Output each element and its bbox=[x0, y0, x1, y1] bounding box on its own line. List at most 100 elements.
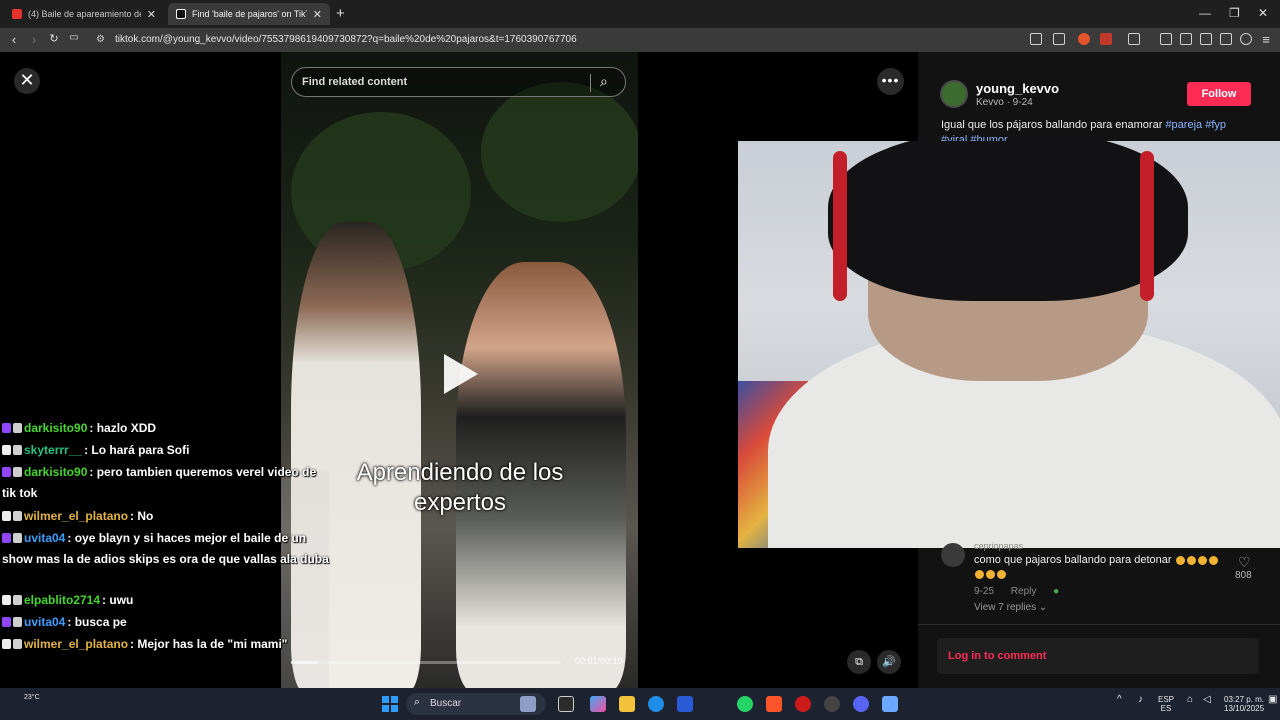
laughing-emoji-icon bbox=[1208, 555, 1218, 565]
microphone-icon[interactable]: ♪ bbox=[1138, 695, 1143, 705]
speaker-icon[interactable]: ◁ bbox=[1203, 695, 1211, 705]
hair-image bbox=[828, 141, 1188, 301]
hashtag-link[interactable]: #fyp bbox=[1205, 119, 1226, 131]
laughing-emoji-icon bbox=[975, 569, 984, 579]
vpn-icon[interactable] bbox=[1240, 33, 1252, 45]
task-view-icon[interactable] bbox=[558, 696, 574, 712]
notification-icon[interactable]: ▣ bbox=[1268, 695, 1277, 705]
author-username[interactable]: young_kevvo bbox=[976, 81, 1059, 96]
address-bar: ‹ › ↻ ▭ ⚙ tiktok.com/@young_kevvo/video/… bbox=[0, 28, 1280, 52]
chevron-up-icon[interactable]: ^ bbox=[1117, 695, 1122, 705]
tab-title: (4) Baile de apareamiento de Ave del bbox=[28, 9, 141, 19]
tab-close-icon[interactable]: ✕ bbox=[313, 8, 322, 21]
edge-icon[interactable] bbox=[648, 696, 664, 712]
chat-badge-icon bbox=[2, 639, 11, 649]
back-icon[interactable]: ‹ bbox=[6, 32, 22, 47]
reply-button[interactable]: Reply bbox=[1011, 586, 1037, 597]
site-info-icon[interactable]: ⚙ bbox=[96, 34, 105, 45]
network-icon[interactable]: ⌂ bbox=[1187, 695, 1193, 705]
tab-title: Find 'baile de pajaros' on TikTok bbox=[192, 9, 307, 19]
video-progress-bar[interactable] bbox=[291, 661, 561, 664]
clock[interactable]: 03:27 p. m. 13/10/2025 bbox=[1224, 695, 1264, 713]
chat-badge-icon bbox=[13, 595, 22, 605]
comment-meta: 9-25 Reply ● bbox=[974, 586, 1073, 597]
laughing-emoji-icon bbox=[1197, 555, 1207, 565]
chat-username[interactable]: uvita04 bbox=[24, 531, 65, 545]
search-placeholder: Find related content bbox=[302, 76, 408, 88]
translate-icon[interactable] bbox=[1053, 33, 1065, 45]
chat-message: uvita04: oye blayn y si haces mejor el b… bbox=[2, 528, 330, 570]
search-icon[interactable]: ⌕ bbox=[600, 73, 608, 90]
store-icon[interactable] bbox=[677, 696, 693, 712]
start-icon[interactable] bbox=[382, 696, 398, 712]
reload-icon[interactable]: ↻ bbox=[46, 32, 62, 45]
screenshot-icon[interactable] bbox=[1128, 33, 1140, 45]
maximize-icon[interactable]: ❐ bbox=[1229, 6, 1240, 20]
rewards-icon[interactable] bbox=[1100, 33, 1112, 45]
menu-icon[interactable]: ≡ bbox=[1258, 32, 1274, 47]
view-replies-button[interactable]: View 7 replies ⌄ bbox=[974, 602, 1047, 613]
chat-username[interactable]: skyterrr__ bbox=[24, 443, 82, 457]
brave-shield-icon[interactable] bbox=[1078, 33, 1090, 45]
more-options-button[interactable]: ••• bbox=[877, 68, 904, 95]
weather-widget[interactable]: 23°C bbox=[24, 693, 40, 702]
play-icon[interactable] bbox=[444, 354, 478, 394]
chat-badge-icon bbox=[13, 533, 22, 543]
divider bbox=[590, 74, 591, 92]
discord-icon[interactable] bbox=[853, 696, 869, 712]
copilot-icon[interactable] bbox=[590, 696, 606, 712]
tab-tiktok[interactable]: Find 'baile de pajaros' on TikTok ✕ bbox=[168, 3, 330, 25]
chat-badge-icon bbox=[13, 511, 22, 521]
chat-username[interactable]: wilmer_el_platano bbox=[24, 509, 128, 523]
language-code: ESP bbox=[1158, 695, 1175, 704]
volume-button[interactable]: 🔊 bbox=[877, 650, 901, 674]
related-search-input[interactable]: Find related content ⌕ bbox=[291, 67, 626, 97]
follow-button[interactable]: Follow bbox=[1187, 82, 1251, 106]
chat-badge-icon bbox=[2, 595, 11, 605]
chat-badge-icon bbox=[13, 445, 22, 455]
obs-icon[interactable] bbox=[824, 696, 840, 712]
comment-author[interactable]: cepriopapas bbox=[974, 541, 1023, 551]
bookmark-icon[interactable]: ▭ bbox=[66, 32, 82, 43]
minimize-icon[interactable]: — bbox=[1199, 6, 1211, 20]
opera-icon[interactable] bbox=[795, 696, 811, 712]
chat-message: darkisito90: pero tambien queremos verel… bbox=[2, 462, 330, 504]
chat-badge-icon bbox=[13, 467, 22, 477]
close-button[interactable]: ✕ bbox=[14, 68, 40, 94]
chat-message: uvita04: busca pe bbox=[2, 612, 330, 633]
chat-username[interactable]: elpablito2714 bbox=[24, 593, 100, 607]
tab-youtube[interactable]: (4) Baile de apareamiento de Ave del ✕ bbox=[4, 3, 164, 25]
window-close-icon[interactable]: ✕ bbox=[1258, 6, 1268, 20]
sidebar-icon[interactable] bbox=[1180, 33, 1192, 45]
chat-username[interactable]: darkisito90 bbox=[24, 421, 87, 435]
chat-username[interactable]: darkisito90 bbox=[24, 465, 87, 479]
hashtag-link[interactable]: #pareja bbox=[1165, 119, 1202, 131]
comment-avatar[interactable] bbox=[941, 543, 965, 567]
media-icon[interactable] bbox=[1160, 33, 1172, 45]
extension-icon[interactable] bbox=[1030, 33, 1042, 45]
floating-player-button[interactable]: ⧉ bbox=[847, 650, 871, 674]
tab-close-icon[interactable]: ✕ bbox=[147, 8, 156, 21]
heart-icon[interactable]: ♡ bbox=[1238, 554, 1251, 571]
file-explorer-icon[interactable] bbox=[619, 696, 635, 712]
new-tab-button[interactable]: + bbox=[336, 5, 345, 22]
forward-icon[interactable]: › bbox=[26, 32, 42, 47]
video-caption: Aprendiendo de los expertos bbox=[356, 459, 564, 516]
whatsapp-icon[interactable] bbox=[737, 696, 753, 712]
chat-username[interactable]: wilmer_el_platano bbox=[24, 637, 128, 651]
news-widget-icon[interactable] bbox=[520, 696, 536, 712]
login-to-comment-button[interactable]: Log in to comment bbox=[937, 638, 1259, 674]
leo-icon[interactable] bbox=[1220, 33, 1232, 45]
app-icon[interactable] bbox=[882, 696, 898, 712]
brave-icon[interactable] bbox=[766, 696, 782, 712]
language-indicator[interactable]: ESP ES bbox=[1158, 695, 1174, 713]
stream-chat-overlay: darkisito90: hazlo XDD skyterrr__: Lo har… bbox=[0, 418, 330, 718]
pip-icon: ⧉ bbox=[855, 656, 863, 668]
chat-message: skyterrr__: Lo hará para Sofi bbox=[2, 440, 330, 461]
clock-time: 03:27 p. m. bbox=[1224, 695, 1265, 704]
browser-tab-bar: (4) Baile de apareamiento de Ave del ✕ F… bbox=[0, 0, 1280, 28]
url-field[interactable]: tiktok.com/@young_kevvo/video/7553798619… bbox=[115, 34, 577, 45]
chat-username[interactable]: uvita04 bbox=[24, 615, 65, 629]
avatar[interactable] bbox=[940, 80, 968, 108]
wallet-icon[interactable] bbox=[1200, 33, 1212, 45]
